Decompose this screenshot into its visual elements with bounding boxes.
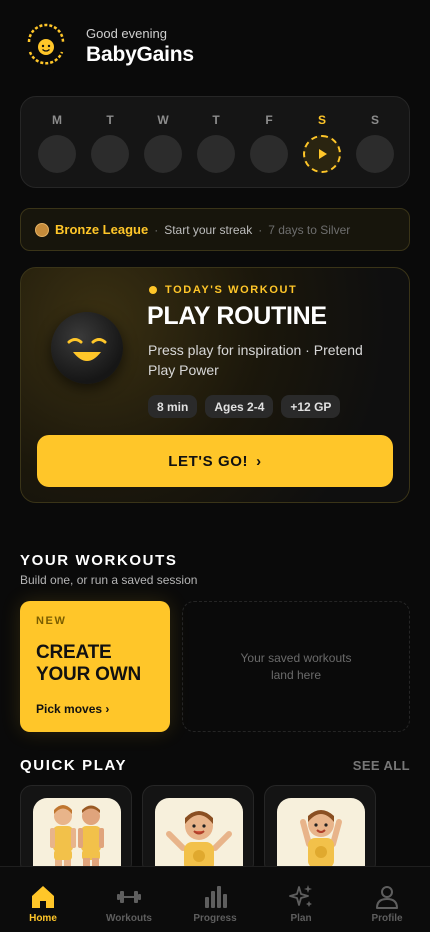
league-name: Bronze League <box>55 222 149 237</box>
greeting-text: Good evening <box>86 25 167 41</box>
see-all-link[interactable]: SEE ALL <box>353 758 410 773</box>
quick-play-card[interactable] <box>20 785 132 875</box>
tab-home[interactable]: Home <box>0 867 86 932</box>
play-icon <box>319 149 327 159</box>
day-circle <box>38 135 76 173</box>
create-title-line2: YOUR OWN <box>36 664 142 685</box>
saved-placeholder-line2: land here <box>270 667 322 682</box>
league-status: Start your streak <box>164 222 253 237</box>
day-circle <box>250 135 288 173</box>
arms-up-kid-illustration <box>277 798 365 874</box>
sparkles-icon <box>289 885 312 907</box>
day-circle <box>356 135 394 173</box>
lets-go-label: LET'S GO! <box>168 452 249 470</box>
day-circle <box>91 135 129 173</box>
dumbbell-icon <box>117 891 141 903</box>
bottom-tab-bar: Home Workouts Progress Plan Profile <box>0 866 430 932</box>
age-chip: Ages 2-4 <box>205 395 274 418</box>
dot-icon <box>149 286 157 294</box>
two-kids-illustration <box>33 798 121 874</box>
league-progress-detail: 7 days to Silver <box>268 222 351 237</box>
separator: · <box>258 222 263 237</box>
todays-workout-card[interactable]: TODAY'S WORKOUT PLAY ROUTINE Press play … <box>20 267 410 503</box>
day-label: M <box>52 113 62 127</box>
workout-tag: TODAY'S WORKOUT <box>149 284 297 296</box>
tab-profile[interactable]: Profile <box>344 867 430 932</box>
saved-workouts-placeholder: Your saved workouts land here <box>182 601 410 732</box>
user-icon <box>376 886 398 909</box>
app-logo <box>20 20 72 72</box>
jumping-kid-illustration <box>155 798 243 874</box>
day-circle <box>144 135 182 173</box>
chevron-right-icon: › <box>256 452 262 470</box>
day-label: S <box>370 113 379 127</box>
tab-label: Progress <box>193 913 237 924</box>
your-workouts-title: YOUR WORKOUTS <box>20 552 178 569</box>
tab-label: Home <box>29 913 57 924</box>
app-name: BabyGains <box>86 42 194 66</box>
day-tuesday[interactable]: T <box>90 113 130 173</box>
workout-tag-label: TODAY'S WORKOUT <box>165 284 298 296</box>
day-label: T <box>212 113 220 127</box>
workout-description: Press play for inspiration · Pretend Pla… <box>148 342 363 378</box>
tab-progress[interactable]: Progress <box>172 867 258 932</box>
day-label: W <box>157 113 169 127</box>
sleepy-face-icon <box>51 312 123 384</box>
day-label: S <box>317 113 326 127</box>
day-thursday[interactable]: T <box>196 113 236 173</box>
tab-label: Workouts <box>106 913 152 924</box>
separator: · <box>154 222 159 237</box>
quick-play-title: QUICK PLAY <box>20 757 128 774</box>
day-monday[interactable]: M <box>37 113 77 173</box>
home-icon <box>32 886 54 908</box>
workout-chips: 8 min Ages 2-4 +12 GP <box>148 395 341 418</box>
week-tracker: M T W T F S S <box>20 96 410 188</box>
points-chip: +12 GP <box>281 395 341 418</box>
day-circle <box>197 135 235 173</box>
tab-plan[interactable]: Plan <box>258 867 344 932</box>
tab-workouts[interactable]: Workouts <box>86 867 172 932</box>
workout-title: PLAY ROUTINE <box>147 302 327 330</box>
quick-play-card[interactable] <box>264 785 376 875</box>
day-circle-active <box>303 135 341 173</box>
lets-go-button[interactable]: LET'S GO! › <box>37 435 393 487</box>
bronze-medal-icon <box>35 222 49 237</box>
league-banner[interactable]: Bronze League · Start your streak · 7 da… <box>20 208 410 251</box>
pick-moves-link[interactable]: Pick moves › <box>36 702 109 716</box>
day-saturday-today[interactable]: S <box>302 113 342 173</box>
quick-play-card[interactable] <box>142 785 254 875</box>
tab-label: Plan <box>290 913 312 924</box>
bar-chart-icon <box>205 886 227 908</box>
create-your-own-card[interactable]: NEW CREATE YOUR OWN Pick moves › <box>20 601 170 732</box>
saved-placeholder-line1: Your saved workouts <box>240 650 352 665</box>
new-badge: NEW <box>36 615 67 627</box>
your-workouts-subtitle: Build one, or run a saved session <box>20 573 198 587</box>
duration-chip: 8 min <box>148 395 198 418</box>
day-sunday[interactable]: S <box>355 113 395 173</box>
day-label: T <box>106 113 114 127</box>
tab-label: Profile <box>371 913 403 924</box>
day-wednesday[interactable]: W <box>143 113 183 173</box>
day-label: F <box>265 113 273 127</box>
day-friday[interactable]: F <box>249 113 289 173</box>
create-title-line1: CREATE <box>36 642 112 663</box>
header: Good evening BabyGains <box>20 20 194 72</box>
